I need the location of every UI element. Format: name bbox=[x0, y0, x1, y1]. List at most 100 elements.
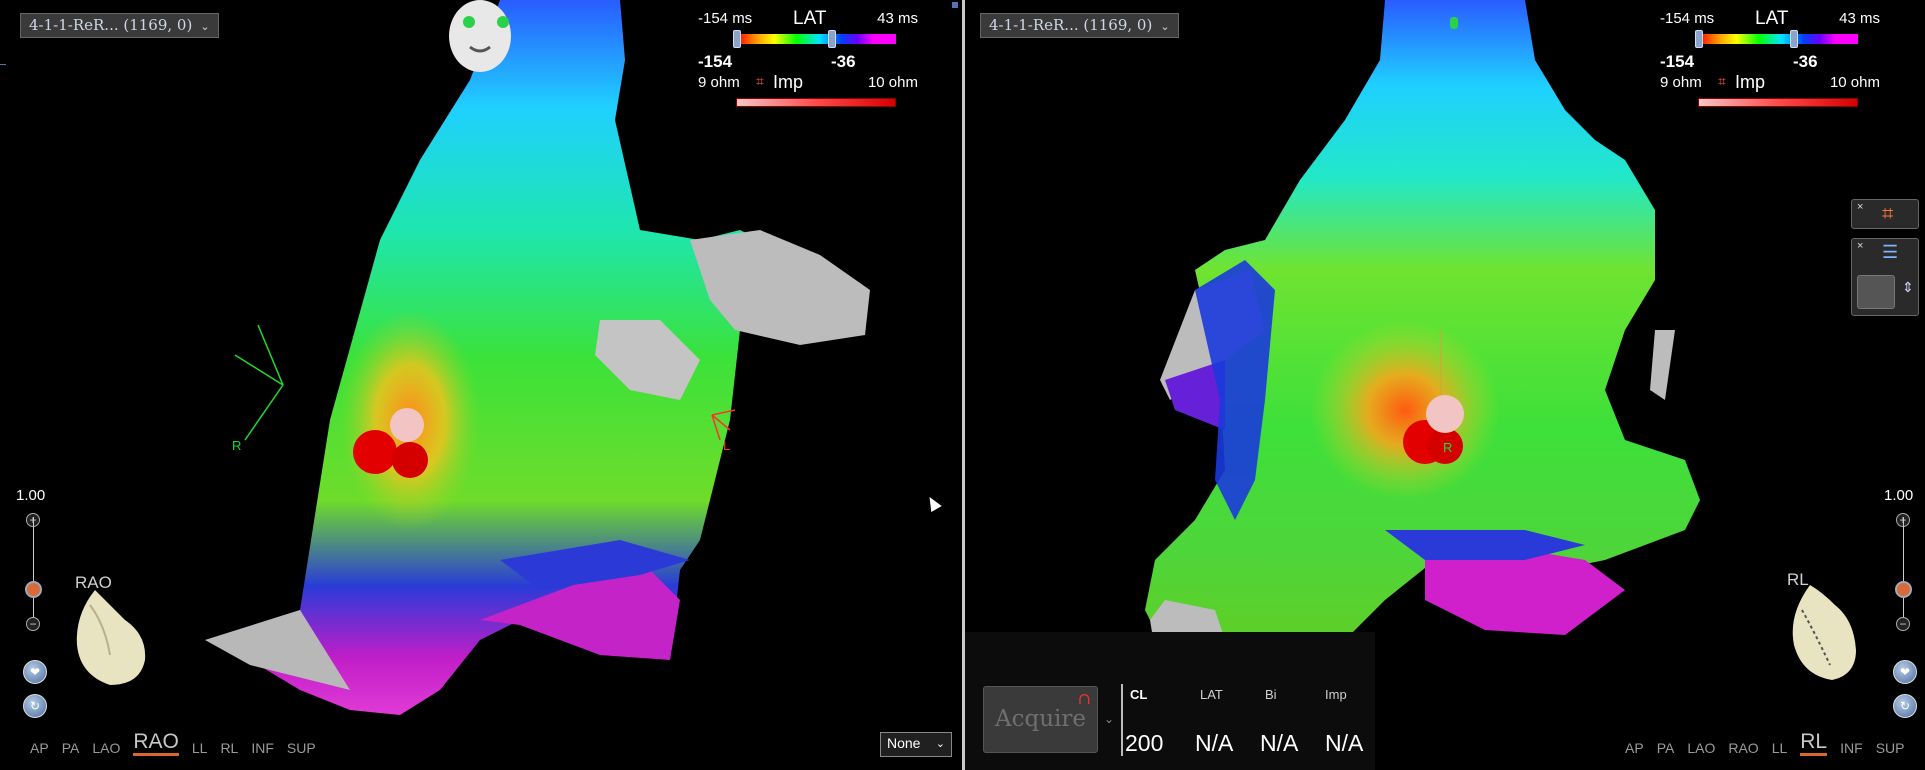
left-map-selector-label: 4-1-1-ReR... (1169, 0) bbox=[29, 16, 193, 34]
view-lao[interactable]: LAO bbox=[92, 740, 120, 756]
view-ll[interactable]: LL bbox=[1772, 740, 1788, 756]
record-button[interactable] bbox=[1857, 275, 1895, 309]
view-inf[interactable]: INF bbox=[251, 740, 274, 756]
lat-min-label: -154 ms bbox=[698, 10, 753, 27]
lat-title: LAT bbox=[793, 8, 827, 29]
right-map-selector[interactable]: 4-1-1-ReR... (1169, 0) ⌄ bbox=[980, 13, 1179, 38]
chevron-down-icon: ⌄ bbox=[1160, 20, 1170, 33]
zoom-out-button[interactable]: − bbox=[1896, 617, 1910, 631]
lat-color-bar bbox=[736, 34, 896, 44]
view-sup[interactable]: SUP bbox=[287, 740, 316, 756]
view-inf[interactable]: INF bbox=[1840, 740, 1863, 756]
view-rao[interactable]: RAO bbox=[1728, 740, 1758, 756]
value-lat: N/A bbox=[1195, 730, 1234, 756]
value-bi: N/A bbox=[1260, 730, 1299, 756]
points-grid-icon: ⌗ bbox=[1882, 203, 1894, 225]
catheter-label: R bbox=[1443, 440, 1453, 455]
left-color-legend: -154 ms LAT 43 ms -154 -36 9 ohm ⌗ Imp 1… bbox=[698, 8, 918, 108]
lat-color-bar bbox=[1698, 34, 1858, 44]
view-sup[interactable]: SUP bbox=[1876, 740, 1905, 756]
value-cl: 200 bbox=[1125, 730, 1164, 756]
axis-label-r: R bbox=[232, 438, 242, 453]
rotate-view-button[interactable]: ↻ bbox=[23, 694, 47, 718]
right-map-viewport[interactable]: R 4-1-1-ReR... (1169, 0) ⌄ -154 ms LAT 43… bbox=[965, 0, 1925, 770]
lat-max-label: 43 ms bbox=[877, 10, 918, 27]
header-lat: LAT bbox=[1200, 687, 1223, 702]
lat-high-handle[interactable] bbox=[828, 30, 836, 48]
header-imp: Imp bbox=[1325, 687, 1347, 702]
impedance-icon: ⌗ bbox=[1718, 73, 1726, 89]
header-bi: Bi bbox=[1265, 687, 1277, 702]
magnet-icon: ∩ bbox=[1077, 689, 1091, 708]
catheter-icon: ☰ bbox=[1882, 242, 1899, 262]
right-map-selector-label: 4-1-1-ReR... (1169, 0) bbox=[989, 16, 1153, 34]
imp-min-label: 9 ohm bbox=[1660, 74, 1702, 91]
heart-view-button[interactable]: ❤ bbox=[23, 660, 47, 684]
zoom-slider-knob[interactable] bbox=[25, 581, 42, 598]
acquire-panel: Acquire ∩ ⌄ CL LAT Bi Imp 200 N/A N/A N/… bbox=[965, 632, 1375, 770]
view-pa[interactable]: PA bbox=[62, 740, 80, 756]
view-ap[interactable]: AP bbox=[30, 740, 49, 756]
close-icon[interactable]: × bbox=[1857, 201, 1863, 213]
imp-min-label: 9 ohm bbox=[698, 74, 740, 91]
imp-max-label: 10 ohm bbox=[867, 74, 918, 91]
axis-label-l: L bbox=[723, 438, 731, 453]
lat-low-handle[interactable] bbox=[1695, 30, 1703, 48]
view-rl[interactable]: RL bbox=[220, 740, 238, 756]
impedance-icon: ⌗ bbox=[756, 73, 764, 89]
imp-title: Imp bbox=[1735, 72, 1766, 92]
value-imp: N/A bbox=[1325, 730, 1364, 756]
lat-low-value: -154 bbox=[698, 52, 733, 71]
lat-min-label: -154 ms bbox=[1660, 10, 1715, 27]
view-rao[interactable]: RAO bbox=[133, 731, 179, 756]
right-color-legend: -154 ms LAT 43 ms -154 -36 9 ohm ⌗ Imp 1… bbox=[1660, 8, 1880, 108]
right-view-buttons: AP PA LAO RAO LL RL INF SUP bbox=[1625, 731, 1904, 756]
lat-high-value: -36 bbox=[1793, 52, 1818, 71]
imp-title: Imp bbox=[773, 72, 804, 92]
zoom-slider-knob[interactable] bbox=[1895, 581, 1912, 598]
scroll-icon[interactable]: ⇕ bbox=[1902, 279, 1914, 296]
lat-low-value: -154 bbox=[1660, 52, 1695, 71]
zoom-value: 1.00 bbox=[16, 487, 46, 504]
chevron-down-icon[interactable]: ⌄ bbox=[1104, 712, 1114, 726]
catheter-tool-panel[interactable]: × ☰ ⇕ bbox=[1851, 238, 1919, 316]
rotate-view-button[interactable]: ↻ bbox=[1893, 694, 1917, 718]
lat-high-handle[interactable] bbox=[1790, 30, 1798, 48]
header-cl: CL bbox=[1130, 687, 1148, 702]
axis-indicator-r bbox=[234, 324, 284, 441]
chevron-down-icon: ⌄ bbox=[935, 738, 945, 750]
projection-select-value: None bbox=[887, 735, 921, 751]
lat-title: LAT bbox=[1755, 8, 1789, 29]
corner-marker bbox=[952, 2, 958, 8]
left-heart-orientation-icon bbox=[76, 590, 146, 685]
acquire-button-label: Acquire bbox=[995, 706, 1086, 732]
right-heart-orientation-icon bbox=[1792, 585, 1856, 680]
imp-color-bar bbox=[736, 98, 896, 107]
zoom-track[interactable] bbox=[1903, 517, 1904, 627]
left-view-buttons: AP PA LAO RAO LL RL INF SUP bbox=[30, 731, 316, 756]
view-lao[interactable]: LAO bbox=[1687, 740, 1715, 756]
zoom-out-button[interactable]: − bbox=[26, 617, 40, 631]
head-orientation-icon bbox=[449, 0, 511, 72]
view-ap[interactable]: AP bbox=[1625, 740, 1644, 756]
close-icon[interactable]: × bbox=[1857, 240, 1863, 252]
lat-high-value: -36 bbox=[831, 52, 856, 71]
right-zoom-control: 1.00 + − ❤ ↻ bbox=[1884, 487, 1917, 727]
heart-view-button[interactable]: ❤ bbox=[1893, 660, 1917, 684]
left-zoom-control: 1.00 + − ❤ ↻ bbox=[16, 487, 47, 727]
imp-max-label: 10 ohm bbox=[1829, 74, 1880, 91]
lat-max-label: 43 ms bbox=[1839, 10, 1880, 27]
left-map-viewport[interactable]: 4-1-1-ReR... (1169, 0) ⌄ R L -154 ms LAT … bbox=[0, 0, 962, 770]
imp-color-bar bbox=[1698, 98, 1858, 107]
projection-select[interactable]: None ⌄ bbox=[880, 732, 952, 757]
lat-low-handle[interactable] bbox=[733, 30, 741, 48]
zoom-track[interactable] bbox=[33, 517, 34, 627]
view-ll[interactable]: LL bbox=[192, 740, 208, 756]
view-rl[interactable]: RL bbox=[1800, 731, 1828, 756]
left-map-selector[interactable]: 4-1-1-ReR... (1169, 0) ⌄ bbox=[20, 13, 219, 38]
acquire-button[interactable]: Acquire ∩ bbox=[983, 686, 1098, 753]
edge-tick bbox=[0, 64, 6, 65]
acquire-separator bbox=[1121, 684, 1123, 756]
view-pa[interactable]: PA bbox=[1657, 740, 1675, 756]
points-tool-panel[interactable]: × ⌗ bbox=[1851, 199, 1919, 229]
